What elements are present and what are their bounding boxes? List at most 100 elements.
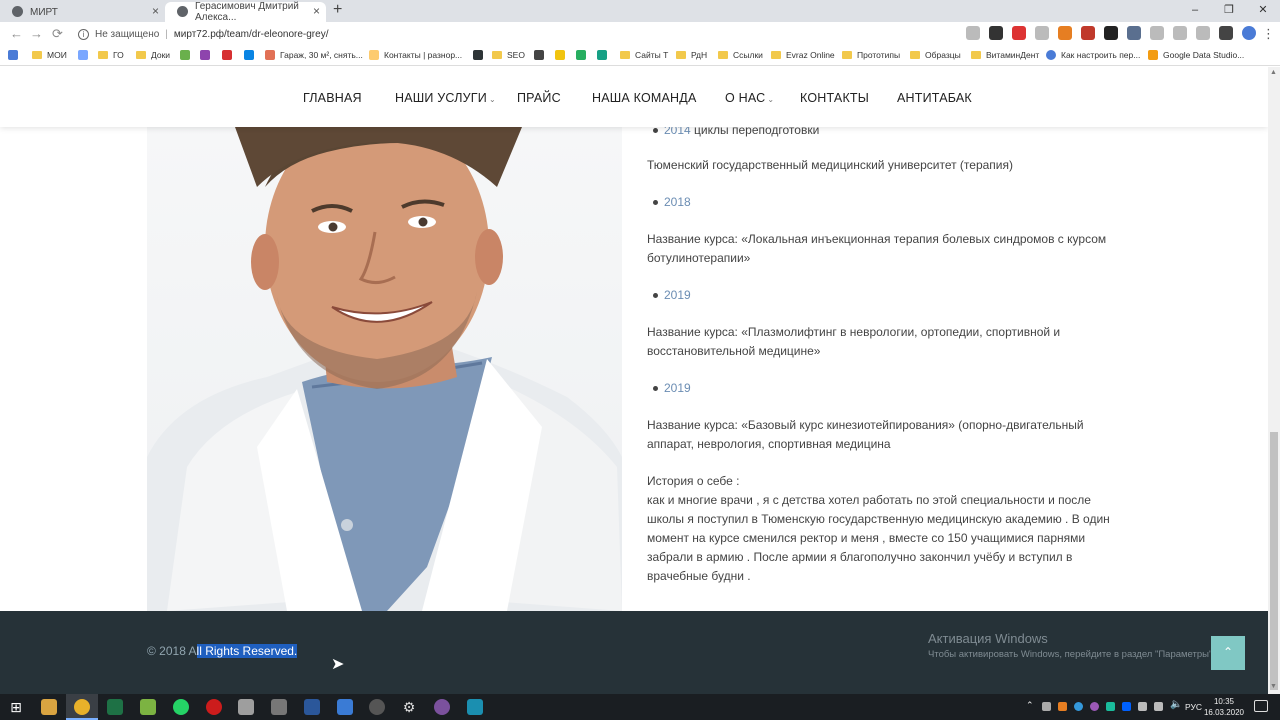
extension-icon[interactable] <box>1012 26 1026 40</box>
extension-icon[interactable] <box>1035 26 1049 40</box>
viber-icon[interactable] <box>434 699 450 715</box>
nav-contacts[interactable]: КОНТАКТЫ <box>800 91 869 105</box>
chrome-icon[interactable] <box>74 699 90 715</box>
bookmark-icon-only[interactable] <box>597 50 612 60</box>
extension-icon[interactable] <box>966 26 980 40</box>
bookmark-sites-t[interactable]: Сайты Т <box>620 50 668 60</box>
bookmark-docs[interactable]: Доки <box>136 50 170 60</box>
opera-icon[interactable] <box>206 699 222 715</box>
file-explorer-icon[interactable] <box>41 699 57 715</box>
volume-icon[interactable]: 🔈 <box>1170 699 1182 710</box>
tray-icon[interactable] <box>1090 702 1099 711</box>
whatsapp-icon[interactable] <box>173 699 189 715</box>
bookmark-data-studio[interactable]: Google Data Studio... <box>1148 50 1244 60</box>
browser-tab-strip: МИРТ × Герасимович Дмитрий Алекса... × +… <box>0 0 1280 23</box>
obs-icon[interactable] <box>369 699 385 715</box>
bookmark-links[interactable]: Ссылки <box>718 50 763 60</box>
excel-icon[interactable] <box>107 699 123 715</box>
bookmark-icon-only[interactable] <box>555 50 570 60</box>
settings-gear-icon[interactable]: ⚙ <box>401 699 417 715</box>
webpage: ГЛАВНАЯ НАШИ УСЛУГИ ⌄ ПРАЙС НАША КОМАНДА … <box>0 67 1268 694</box>
page-scrollbar[interactable]: ▲ ▼ <box>1268 67 1280 694</box>
extensions-area <box>966 26 1256 40</box>
notifications-icon[interactable] <box>1254 700 1268 712</box>
clock[interactable]: 10:35 16.03.2020 <box>1204 696 1244 718</box>
tray-icon[interactable] <box>1106 702 1115 711</box>
forward-icon[interactable]: → <box>30 26 43 41</box>
nav-home[interactable]: ГЛАВНАЯ <box>303 91 362 105</box>
nav-about[interactable]: О НАС ⌄ <box>725 91 774 105</box>
nav-team[interactable]: НАША КОМАНДА <box>592 91 696 105</box>
tray-icon[interactable] <box>1058 702 1067 711</box>
security-label[interactable]: Не защищено <box>95 29 159 40</box>
reload-icon[interactable]: ⟳ <box>52 26 63 42</box>
profile-avatar[interactable] <box>1242 26 1256 40</box>
extension-icon[interactable] <box>1150 26 1164 40</box>
chevron-up-icon[interactable]: ⌃ <box>1026 700 1034 711</box>
bookmark-icon-only[interactable] <box>244 50 259 60</box>
bookmark-icon-only[interactable] <box>473 50 488 60</box>
tray-icon[interactable] <box>1042 702 1051 711</box>
info-icon[interactable]: i <box>78 28 89 40</box>
scroll-to-top-button[interactable]: ⌃ <box>1211 636 1245 670</box>
bookmark-garage[interactable]: Гараж, 30 м², снять... <box>265 50 363 60</box>
address-bar[interactable]: i Не защищено | мирт72.рф/team/dr-eleono… <box>74 24 1004 44</box>
extension-icon[interactable] <box>1081 26 1095 40</box>
tray-icon[interactable] <box>1074 702 1083 711</box>
bookmark-samples[interactable]: Образцы <box>910 50 961 60</box>
close-tab-icon[interactable]: × <box>152 4 159 18</box>
bookmark-icon-only[interactable] <box>200 50 215 60</box>
word-icon[interactable] <box>304 699 320 715</box>
bookmark-icon-only[interactable] <box>534 50 549 60</box>
nav-services[interactable]: НАШИ УСЛУГИ ⌄ <box>395 91 496 105</box>
bookmark-go[interactable]: ГО <box>98 50 124 60</box>
minimize-button[interactable]: – <box>1178 0 1212 22</box>
bookmark-icon-only[interactable] <box>222 50 237 60</box>
bookmark-how-to[interactable]: Как настроить пер... <box>1046 50 1140 60</box>
dropbox-icon[interactable] <box>1122 702 1131 711</box>
tab-mirt[interactable]: МИРТ × <box>0 2 165 22</box>
bookmark-icon-only[interactable] <box>576 50 591 60</box>
bookmark-icon-only[interactable] <box>78 50 93 60</box>
extension-icon[interactable] <box>989 26 1003 40</box>
bookmark-seo[interactable]: SEO <box>492 50 525 60</box>
app-icon[interactable] <box>467 699 483 715</box>
scroll-up-icon[interactable]: ▲ <box>1270 69 1277 76</box>
url-text[interactable]: мирт72.рф/team/dr-eleonore-grey/ <box>174 29 329 40</box>
close-window-button[interactable]: ✕ <box>1246 0 1280 22</box>
restore-button[interactable]: ❐ <box>1212 0 1246 22</box>
extension-icon[interactable] <box>1058 26 1072 40</box>
tab-title: МИРТ <box>30 6 58 18</box>
new-tab-button[interactable]: + <box>333 1 342 19</box>
battery-icon[interactable] <box>1138 702 1147 711</box>
back-icon[interactable]: ← <box>10 26 23 41</box>
menu-icon[interactable]: ⋮ <box>1262 26 1275 42</box>
nav-label: О НАС <box>725 91 766 105</box>
notepad-icon[interactable] <box>140 699 156 715</box>
bookmark-moi[interactable]: МОИ <box>32 50 67 60</box>
bookmark-vitamindent[interactable]: ВитаминДент <box>971 50 1039 60</box>
nav-prices[interactable]: ПРАЙС <box>517 91 561 105</box>
bookmark-evraz[interactable]: Evraz Online <box>771 50 835 60</box>
windows-start-icon[interactable]: ⊞ <box>8 699 24 715</box>
extension-icon[interactable] <box>1219 26 1233 40</box>
close-tab-icon[interactable]: × <box>313 4 320 18</box>
extension-icon[interactable] <box>1127 26 1141 40</box>
nav-antitabak[interactable]: АНТИТАБАК <box>897 91 972 105</box>
bookmark-contacts[interactable]: Контакты | разнор... <box>369 50 462 60</box>
bookmark-rdn[interactable]: РдН <box>676 50 707 60</box>
apps-icon[interactable] <box>8 50 23 60</box>
tab-doctor-page[interactable]: Герасимович Дмитрий Алекса... × <box>165 1 326 23</box>
bookmark-icon-only[interactable] <box>180 50 195 60</box>
scroll-down-icon[interactable]: ▼ <box>1270 683 1277 690</box>
app-icon[interactable] <box>337 699 353 715</box>
extension-icon[interactable] <box>1104 26 1118 40</box>
bookmark-prototypes[interactable]: Прототипы <box>842 50 900 60</box>
extension-icon[interactable] <box>1173 26 1187 40</box>
language-indicator[interactable]: РУС <box>1185 702 1202 712</box>
calculator-icon[interactable] <box>271 699 287 715</box>
extension-icon[interactable] <box>1196 26 1210 40</box>
scrollbar-thumb[interactable] <box>1270 432 1278 690</box>
app-icon[interactable] <box>238 699 254 715</box>
wifi-icon[interactable] <box>1154 702 1163 711</box>
